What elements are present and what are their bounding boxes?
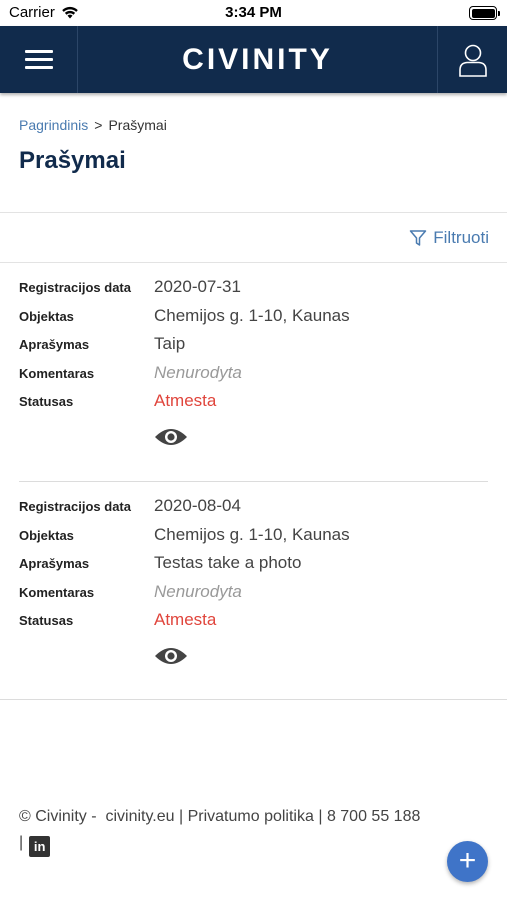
comment-value: Nenurodyta	[154, 362, 242, 382]
object-value: Chemijos g. 1-10, Kaunas	[154, 524, 350, 544]
request-card: Registracijos data 2020-08-04 Objektas C…	[19, 481, 488, 699]
clock: 3:34 PM	[225, 4, 282, 21]
phone-link[interactable]: 8 700 55 188	[327, 808, 420, 825]
linkedin-icon[interactable]: in	[29, 836, 51, 857]
description-value: Taip	[154, 334, 186, 353]
status-value: Atmesta	[154, 391, 217, 410]
description-value: Testas take a photo	[154, 553, 302, 572]
filter-label: Filtruoti	[433, 227, 489, 247]
date-label: Registracijos data	[19, 280, 131, 295]
breadcrumb: Pagrindinis > Prašymai	[19, 117, 488, 133]
comment-label: Komentaras	[19, 365, 95, 381]
menu-button[interactable]	[0, 26, 78, 93]
date-label: Registracijos data	[19, 499, 131, 514]
menu-icon	[24, 45, 53, 74]
footer: © Civinity - civinity.eu | Privatumo pol…	[19, 804, 487, 857]
site-link[interactable]: civinity.eu	[105, 808, 174, 825]
filter-button[interactable]: Filtruoti	[409, 228, 489, 248]
comment-label: Komentaras	[19, 584, 95, 600]
status-bar: Carrier 3:34 PM	[0, 0, 507, 26]
battery-icon	[469, 6, 500, 20]
footer-divider: |	[19, 834, 24, 851]
list-end-divider	[0, 699, 507, 700]
status-label: Statusas	[19, 394, 74, 409]
user-button[interactable]	[437, 26, 507, 93]
breadcrumb-separator: >	[94, 117, 103, 133]
date-value: 2020-07-31	[154, 277, 241, 296]
object-label: Objektas	[19, 308, 74, 324]
comment-value: Nenurodyta	[154, 581, 242, 601]
footer-divider: |	[318, 808, 323, 825]
breadcrumb-current: Prašymai	[108, 117, 167, 133]
user-icon	[458, 44, 487, 77]
object-value: Chemijos g. 1-10, Kaunas	[154, 305, 350, 325]
filter-bar: Filtruoti	[0, 213, 507, 263]
description-label: Aprašymas	[19, 337, 90, 352]
date-value: 2020-08-04	[154, 496, 241, 515]
status-value: Atmesta	[154, 610, 217, 629]
breadcrumb-home-link[interactable]: Pagrindinis	[19, 117, 88, 133]
page-heading: Pagrindinis > Prašymai Prašymai	[0, 93, 507, 213]
civinity-logo[interactable]: CIVINITY	[78, 26, 437, 93]
add-request-button[interactable]: +	[447, 841, 488, 882]
privacy-policy-link[interactable]: Privatumo politika	[188, 808, 314, 825]
page-title: Prašymai	[19, 147, 126, 174]
filter-icon	[410, 229, 427, 246]
footer-divider: |	[178, 808, 184, 825]
app-header: CIVINITY	[0, 26, 507, 93]
request-card: Registracijos data 2020-07-31 Objektas C…	[19, 263, 488, 481]
object-label: Objektas	[19, 527, 74, 543]
copyright-text: © Civinity -	[19, 808, 97, 825]
view-eye-icon[interactable]	[154, 645, 188, 667]
status-label: Statusas	[19, 613, 74, 628]
view-eye-icon[interactable]	[154, 426, 188, 448]
description-label: Aprašymas	[19, 556, 90, 571]
